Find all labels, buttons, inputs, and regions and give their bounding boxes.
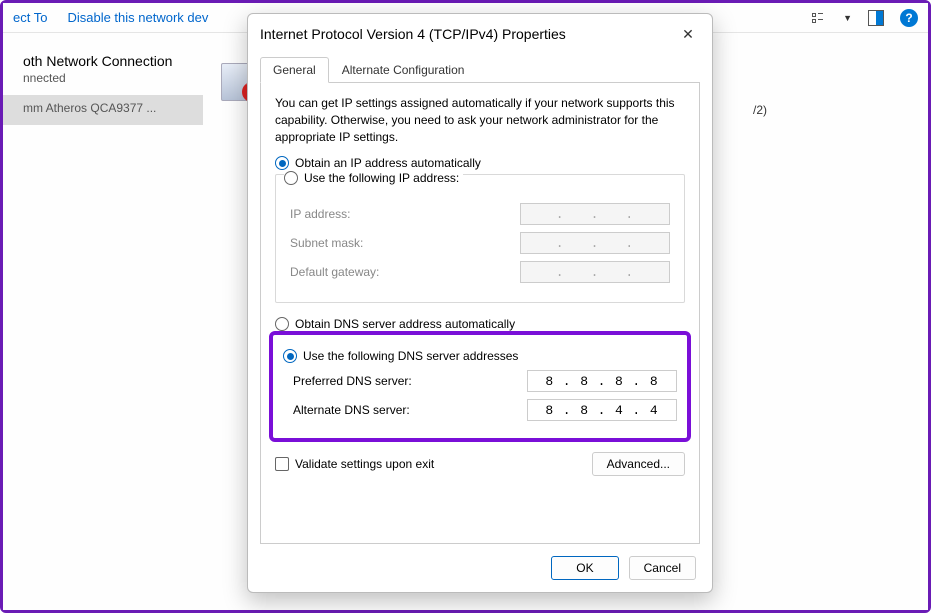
description-text: You can get IP settings assigned automat…	[275, 95, 685, 146]
view-dropdown-icon[interactable]: ▼	[843, 13, 852, 23]
radio-obtain-dns-auto[interactable]: Obtain DNS server address automatically	[275, 317, 685, 331]
connect-to-link[interactable]: ect To	[13, 10, 47, 25]
cancel-button[interactable]: Cancel	[629, 556, 696, 580]
radio-icon	[275, 317, 289, 331]
highlight-annotation: Use the following DNS server addresses P…	[269, 331, 691, 442]
tab-panel-general: You can get IP settings assigned automat…	[260, 83, 700, 544]
default-gateway-label: Default gateway:	[290, 265, 520, 279]
radio-label: Use the following DNS server addresses	[303, 349, 518, 363]
ipv4-properties-dialog: Internet Protocol Version 4 (TCP/IPv4) P…	[247, 13, 713, 593]
validate-checkbox[interactable]	[275, 457, 289, 471]
dialog-titlebar: Internet Protocol Version 4 (TCP/IPv4) P…	[248, 14, 712, 54]
connection-status: nnected	[13, 71, 193, 89]
radio-icon	[284, 171, 298, 185]
connection-list: oth Network Connection nnected mm Athero…	[3, 33, 203, 125]
dialog-title: Internet Protocol Version 4 (TCP/IPv4) P…	[260, 26, 676, 42]
alternate-dns-input[interactable]: 8. 8. 4. 4	[527, 399, 677, 421]
connection-item-bluetooth[interactable]: oth Network Connection nnected	[3, 43, 203, 95]
radio-icon	[283, 349, 297, 363]
validate-label: Validate settings upon exit	[295, 457, 434, 471]
ok-button[interactable]: OK	[551, 556, 618, 580]
preferred-dns-label: Preferred DNS server:	[293, 374, 527, 388]
radio-obtain-ip-auto[interactable]: Obtain an IP address automatically	[275, 156, 685, 170]
subnet-mask-input: ...	[520, 232, 670, 254]
radio-use-ip[interactable]: Use the following IP address:	[284, 171, 463, 185]
ip-address-input: ...	[520, 203, 670, 225]
help-icon[interactable]: ?	[900, 9, 918, 27]
alternate-dns-label: Alternate DNS server:	[293, 403, 527, 417]
tab-alternate-config[interactable]: Alternate Configuration	[329, 57, 478, 83]
radio-use-dns[interactable]: Use the following DNS server addresses	[283, 349, 677, 363]
connection-item-wifi[interactable]: mm Atheros QCA9377 ...	[3, 95, 203, 125]
default-gateway-input: ...	[520, 261, 670, 283]
close-icon[interactable]: ✕	[676, 22, 700, 46]
connection-name: oth Network Connection	[13, 49, 193, 71]
radio-label: Use the following IP address:	[304, 171, 459, 185]
ip-address-group: Use the following IP address: IP address…	[275, 174, 685, 303]
radio-icon	[275, 156, 289, 170]
view-options-icon[interactable]	[811, 10, 827, 26]
tab-general[interactable]: General	[260, 57, 329, 83]
advanced-button[interactable]: Advanced...	[592, 452, 685, 476]
disable-device-link[interactable]: Disable this network dev	[67, 10, 208, 25]
radio-label: Obtain an IP address automatically	[295, 156, 481, 170]
pagination-text: /2)	[753, 103, 767, 117]
tab-strip: General Alternate Configuration	[260, 56, 700, 83]
preferred-dns-input[interactable]: 8. 8. 8. 8	[527, 370, 677, 392]
adapter-name: mm Atheros QCA9377 ...	[13, 101, 193, 119]
preview-pane-icon[interactable]	[868, 10, 884, 26]
radio-label: Obtain DNS server address automatically	[295, 317, 515, 331]
ip-address-label: IP address:	[290, 207, 520, 221]
dialog-button-row: OK Cancel	[260, 544, 700, 580]
subnet-mask-label: Subnet mask:	[290, 236, 520, 250]
